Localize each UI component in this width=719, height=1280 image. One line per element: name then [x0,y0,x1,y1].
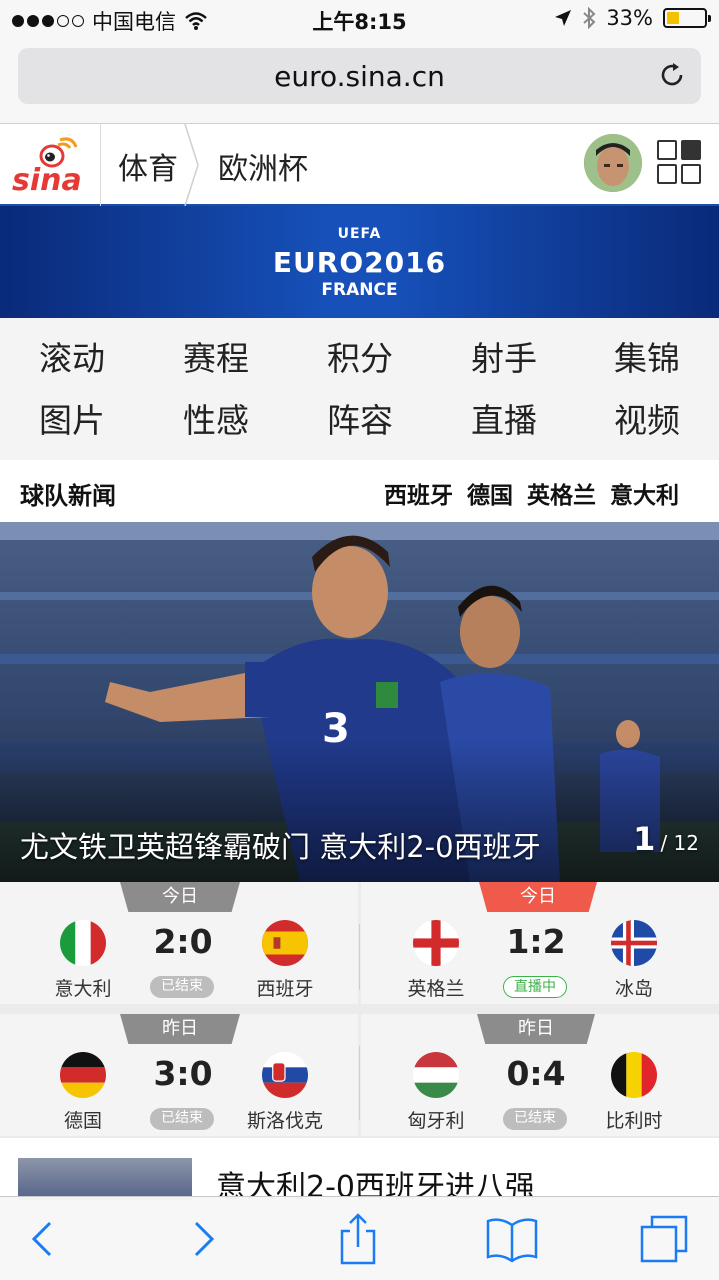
team-link-germany[interactable]: 德国 [467,476,513,510]
user-avatar[interactable] [584,134,642,192]
banner-france: FRANCE [321,280,398,300]
hero-slideshow[interactable]: 3 尤文铁卫英超锋霸破门 意大利2-0西班牙 1 / 12 [0,522,719,882]
browser-address-area: euro.sina.cn [0,40,719,124]
forward-arrow-icon[interactable] [174,1211,234,1267]
page: 中国电信 上午8:15 33% euro.sina.cn sina 体育 欧洲杯… [0,0,719,1280]
banner-euro2016: EURO2016 [272,246,447,279]
match-status-badge: 已结束 [150,1108,214,1130]
match-time-live: 今日 03:00 [479,882,597,912]
sina-logo[interactable]: sina [8,132,94,198]
tabs-icon[interactable] [636,1211,696,1267]
match-status-badge: 已结束 [150,976,214,998]
match-score: 0:4 [506,1054,566,1093]
article-list-item[interactable]: 意大利2-0西班牙进八强 [0,1138,719,1200]
battery-percent: 33% [606,6,653,30]
away-team-name: 西班牙 [256,978,314,1000]
italy-flag-icon [60,920,106,966]
match-time: 昨日 03:00 [477,1014,595,1044]
battery-icon [663,8,711,28]
article-headline[interactable]: 意大利2-0西班牙进八强 [216,1162,535,1200]
nav-item-scorers[interactable]: 射手 [432,336,576,382]
header-divider [100,124,101,206]
away-team-name: 斯洛伐克 [246,1110,323,1132]
match-time: 今日 00:00 [120,882,240,912]
url-text[interactable]: euro.sina.cn [18,60,701,93]
scores-panel: 今日 00:00 意大利 2:0 已结束 西班牙 今日 03:00 英格兰 1:… [0,882,719,1138]
team-link-england[interactable]: 英格兰 [527,476,596,510]
team-link-spain[interactable]: 西班牙 [384,476,453,510]
breadcrumb-sports[interactable]: 体育 [118,144,178,188]
match-score: 2:0 [153,922,213,961]
hero-caption[interactable]: 尤文铁卫英超锋霸破门 意大利2-0西班牙 [20,824,541,866]
team-link-italy[interactable]: 意大利 [610,476,679,510]
match-divider [359,1046,360,1120]
logo-text: sina [12,163,82,198]
nav-item-sexy[interactable]: 性感 [144,398,288,444]
nav-item-highlights[interactable]: 集锦 [575,336,719,382]
away-team-name: 冰岛 [614,978,653,1000]
status-bar: 中国电信 上午8:15 33% [0,0,719,40]
match-divider [359,924,360,990]
banner-uefa: UEFA [337,226,382,242]
location-arrow-icon [555,10,572,26]
menu-grid-icon[interactable] [657,140,701,184]
nav-item-photos[interactable]: 图片 [0,398,144,444]
team-news-bar: 球队新闻 西班牙 德国 英格兰 意大利 [0,460,719,522]
home-team-name: 意大利 [54,978,112,1000]
reload-icon[interactable] [657,60,687,90]
match-card[interactable]: 昨日 03:00 匈牙利 0:4 已结束 比利时 [361,1014,719,1136]
nav-item-lineups[interactable]: 阵容 [288,398,432,444]
battery-fill [667,12,679,24]
share-icon[interactable] [328,1211,388,1267]
match-card[interactable]: 今日 03:00 英格兰 1:2 直播中 冰岛 [361,882,719,1004]
match-score: 3:0 [153,1054,213,1093]
article-thumbnail[interactable] [18,1158,192,1200]
nav-item-standings[interactable]: 积分 [288,336,432,382]
match-status-badge: 直播中 [503,976,567,998]
euro-2016-banner[interactable]: UEFA EURO2016 FRANCE [0,206,719,318]
nav-item-rolling[interactable]: 滚动 [0,336,144,382]
bluetooth-icon [583,7,596,29]
match-time: 昨日 00:00 [120,1014,240,1044]
away-team-name: 比利时 [605,1110,663,1132]
slide-total: / 12 [660,831,699,855]
nav-item-video[interactable]: 视频 [575,398,719,444]
breadcrumb-euro-cup[interactable]: 欧洲杯 [218,144,308,188]
nav-item-schedule[interactable]: 赛程 [144,336,288,382]
nav-item-live[interactable]: 直播 [432,398,576,444]
spain-flag-icon [262,920,308,966]
match-status-badge: 已结束 [503,1108,567,1130]
category-nav: 滚动 赛程 积分 射手 集锦 图片 性感 阵容 直播 视频 [0,318,719,460]
slide-current: 1 [633,820,656,858]
team-news-title: 球队新闻 [20,482,116,510]
england-flag-icon [413,920,459,966]
bookmarks-icon[interactable] [482,1211,542,1267]
address-bar[interactable]: euro.sina.cn [18,48,701,104]
slovakia-flag-icon [262,1052,308,1098]
match-score: 1:2 [506,922,566,961]
site-header: sina 体育 欧洲杯 [0,124,719,206]
home-team-name: 匈牙利 [407,1110,465,1132]
belgium-flag-icon [611,1052,657,1098]
germany-flag-icon [60,1052,106,1098]
browser-toolbar [0,1196,719,1280]
match-card[interactable]: 今日 00:00 意大利 2:0 已结束 西班牙 [0,882,358,1004]
back-arrow-icon[interactable] [12,1211,72,1267]
home-team-name: 英格兰 [407,978,465,1000]
breadcrumb-separator-icon [184,124,199,206]
slide-counter: 1 / 12 [633,820,699,858]
match-card[interactable]: 昨日 00:00 德国 3:0 已结束 斯洛伐克 [0,1014,358,1136]
hungary-flag-icon [413,1052,459,1098]
iceland-flag-icon [611,920,657,966]
home-team-name: 德国 [63,1110,102,1132]
